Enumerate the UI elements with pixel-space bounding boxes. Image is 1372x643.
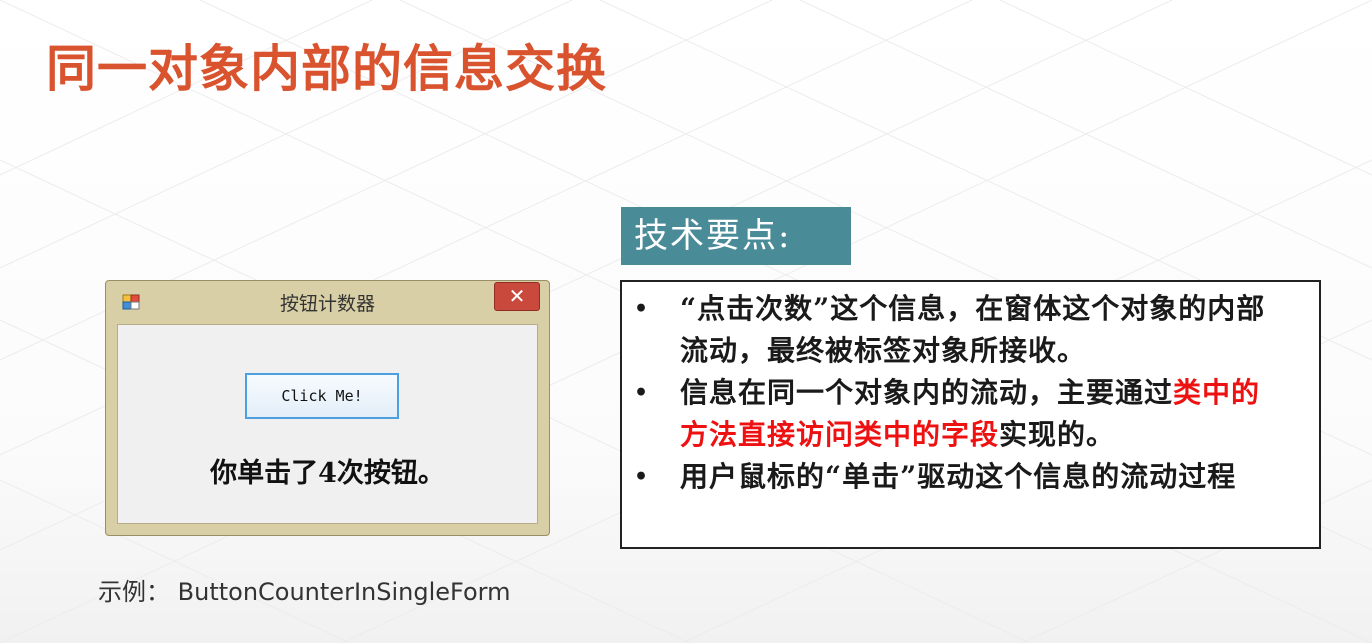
caption-prefix: 示例： (98, 578, 170, 606)
close-icon: ✕ (508, 284, 526, 308)
close-button[interactable]: ✕ (494, 282, 540, 311)
tech-point-text: “点击次数”这个信息，在窗体这个对象的内部流动，最终被标签对象所接收。 (680, 292, 1266, 367)
click-me-button[interactable]: Click Me! (245, 373, 399, 419)
window-title: 按钮计数器 (279, 293, 375, 315)
caption-project-name: ButtonCounterInSingleForm (177, 578, 511, 606)
tech-point-text: 信息在同一个对象内的流动，主要通过 (680, 376, 1174, 409)
tech-point-2: • 信息在同一个对象内的流动，主要通过类中的方法直接访问类中的字段实现的。 (622, 372, 1319, 456)
click-count-label: 你单击了4次按钮。 (210, 458, 445, 489)
tech-point-3: • 用户鼠标的“单击”驱动这个信息的流动过程 (622, 456, 1319, 498)
bullet-icon: • (634, 296, 650, 322)
slide-title: 同一对象内部的信息交换 (46, 40, 607, 98)
tech-point-1: • “点击次数”这个信息，在窗体这个对象的内部流动，最终被标签对象所接收。 (622, 288, 1319, 372)
tech-point-text: 用户鼠标的“单击”驱动这个信息的流动过程 (680, 460, 1237, 493)
tech-points-box: • “点击次数”这个信息，在窗体这个对象的内部流动，最终被标签对象所接收。 • … (620, 280, 1321, 549)
tech-points-header: 技术要点: (621, 207, 851, 265)
bullet-icon: • (634, 380, 650, 406)
tech-point-text-after: 实现的。 (999, 418, 1116, 451)
demo-window: 按钮计数器 ✕ Click Me! 你单击了4次按钮。 (105, 280, 550, 536)
window-client-area: Click Me! 你单击了4次按钮。 (117, 324, 538, 524)
bullet-icon: • (634, 464, 650, 490)
example-caption: 示例： ButtonCounterInSingleForm (98, 572, 510, 607)
